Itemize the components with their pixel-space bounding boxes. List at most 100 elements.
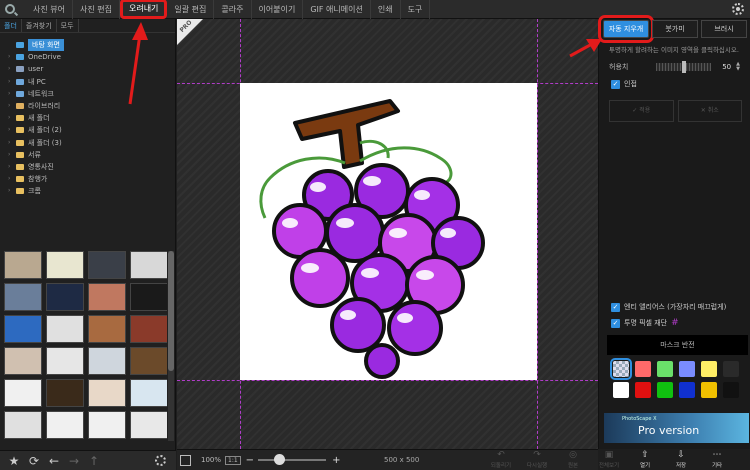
adjacent-option[interactable]: ✓ 인접 (611, 79, 740, 89)
tolerance-value[interactable]: 50 (722, 63, 731, 71)
expand-arrow-icon[interactable]: › (8, 88, 16, 100)
tab-folders[interactable]: 폴더 (0, 19, 22, 32)
fit-to-window-icon[interactable] (180, 454, 191, 466)
thumbnail[interactable] (88, 347, 126, 375)
menu-item-gif[interactable]: GIF 애니메이션 (303, 0, 371, 19)
action-button[interactable]: ↷ 다시실행 (519, 449, 555, 470)
zoom-slider[interactable] (258, 454, 327, 465)
menu-item-tools[interactable]: 도구 (401, 0, 431, 19)
actual-size-button[interactable]: 1:1 (225, 455, 241, 465)
thumbnail[interactable] (130, 283, 167, 311)
zoom-slider-knob[interactable] (274, 454, 286, 465)
thumbnail[interactable] (88, 379, 126, 407)
expand-arrow-icon[interactable]: › (8, 124, 16, 136)
action-button[interactable]: ⇧ 열기 (627, 449, 663, 470)
action-button[interactable]: ⋯ 기타 (699, 449, 735, 470)
expand-arrow-icon[interactable]: › (8, 63, 16, 75)
thumbnail[interactable] (46, 315, 84, 343)
expand-arrow-icon[interactable]: › (8, 51, 16, 63)
star-icon[interactable]: ★ (6, 453, 22, 469)
menu-item-viewer[interactable]: 사진 뷰어 (26, 0, 73, 19)
action-button[interactable]: ↶ 되돌리기 (483, 449, 519, 470)
tree-item[interactable]: › 새 폴더 (3) (0, 137, 175, 149)
menu-item-combine[interactable]: 이어붙이기 (252, 0, 304, 19)
expand-arrow-icon[interactable]: › (8, 112, 16, 124)
thumbnail[interactable] (130, 411, 167, 439)
thumbnail[interactable] (46, 411, 84, 439)
zoom-in-button[interactable]: + (332, 455, 340, 466)
menu-item-print[interactable]: 인쇄 (371, 0, 401, 19)
refresh-icon[interactable]: ⟳ (26, 453, 42, 469)
thumbnail[interactable] (130, 315, 167, 343)
expand-arrow-icon[interactable]: › (8, 100, 16, 112)
apply-button[interactable]: ✓ 적용 (609, 100, 674, 122)
expand-arrow-icon[interactable]: › (8, 173, 16, 185)
thumbnail[interactable] (46, 347, 84, 375)
menu-item-batch[interactable]: 일괄 편집 (167, 0, 215, 19)
tree-item[interactable]: › 새 폴더 (2) (0, 124, 175, 136)
color-swatch[interactable] (723, 382, 739, 398)
left-settings-gear-icon[interactable] (155, 455, 166, 466)
tree-item[interactable]: › 새 폴더 (0, 112, 175, 124)
color-swatch[interactable] (613, 382, 629, 398)
color-swatch[interactable] (679, 382, 695, 398)
thumbnail[interactable] (4, 347, 42, 375)
color-swatch[interactable] (701, 361, 717, 377)
expand-arrow-icon[interactable]: › (8, 137, 16, 149)
menu-item-cutout[interactable]: 오려내기 (119, 0, 168, 19)
color-swatch[interactable] (701, 382, 717, 398)
tree-item[interactable]: › 영통사진 (0, 161, 175, 173)
thumbnail[interactable] (4, 411, 42, 439)
tolerance-slider-knob[interactable] (682, 61, 687, 73)
expand-arrow-icon[interactable]: › (8, 149, 16, 161)
thumbnail[interactable] (46, 283, 84, 311)
color-swatch[interactable] (657, 361, 673, 377)
adjacent-checkbox[interactable]: ✓ (611, 79, 620, 89)
invert-mask-button[interactable]: 마스크 반전 (607, 335, 748, 355)
action-button[interactable]: ▣ 전체보기 (591, 449, 627, 470)
expand-arrow-icon[interactable]: › (8, 161, 16, 173)
antialias-option[interactable]: ✓ 엔티 앨리어스 (가장자리 매끄럽게) (611, 302, 741, 312)
canvas-area[interactable]: PRO (177, 19, 598, 449)
thumbnail[interactable] (4, 251, 42, 279)
tree-item[interactable]: › 참행가 (0, 173, 175, 185)
thumbnail[interactable] (88, 251, 126, 279)
trim-transparent-option[interactable]: ✓ 투명 픽셀 재단 # (611, 318, 741, 328)
grape-image[interactable] (240, 83, 537, 380)
tab-lasso[interactable]: 붓가미 (652, 20, 698, 38)
color-swatch[interactable] (679, 361, 695, 377)
pro-version-banner[interactable]: PhotoScape X Pro version (604, 413, 749, 443)
thumbnail[interactable] (4, 379, 42, 407)
tab-brush[interactable]: 브러시 (701, 20, 747, 38)
up-arrow-icon[interactable]: ↑ (86, 453, 102, 469)
thumbnail[interactable] (46, 251, 84, 279)
tree-item[interactable]: › 크롬 (0, 185, 175, 197)
action-button[interactable]: ⇩ 저장 (663, 449, 699, 470)
color-swatch[interactable] (657, 382, 673, 398)
settings-gear-icon[interactable] (732, 3, 744, 15)
thumbnail[interactable] (130, 379, 167, 407)
color-swatch[interactable] (610, 358, 632, 380)
thumbnail-scrollbar[interactable] (168, 251, 174, 441)
thumbnail[interactable] (4, 283, 42, 311)
scrollbar-thumb[interactable] (168, 251, 174, 371)
antialias-checkbox[interactable]: ✓ (611, 302, 620, 312)
thumbnail[interactable] (130, 251, 167, 279)
cancel-button[interactable]: ✕ 취소 (677, 100, 742, 122)
thumbnail[interactable] (88, 315, 126, 343)
menu-item-editor[interactable]: 사진 편집 (73, 0, 120, 19)
trim-transparent-checkbox[interactable]: ✓ (611, 318, 620, 328)
app-logo-icon[interactable] (0, 0, 20, 19)
color-swatch[interactable] (635, 382, 651, 398)
back-arrow-icon[interactable]: ← (46, 453, 62, 469)
forward-arrow-icon[interactable]: → (66, 453, 82, 469)
thumbnail[interactable] (88, 283, 126, 311)
thumbnail[interactable] (88, 411, 126, 439)
expand-arrow-icon[interactable]: › (8, 76, 16, 88)
thumbnail[interactable] (46, 379, 84, 407)
color-swatch[interactable] (635, 361, 651, 377)
tolerance-stepper-icon[interactable]: ▲ ▼ (736, 62, 740, 72)
tree-item[interactable]: › 서류 (0, 149, 175, 161)
tab-all[interactable]: 모두 (57, 19, 79, 32)
zoom-out-button[interactable]: − (246, 455, 254, 466)
